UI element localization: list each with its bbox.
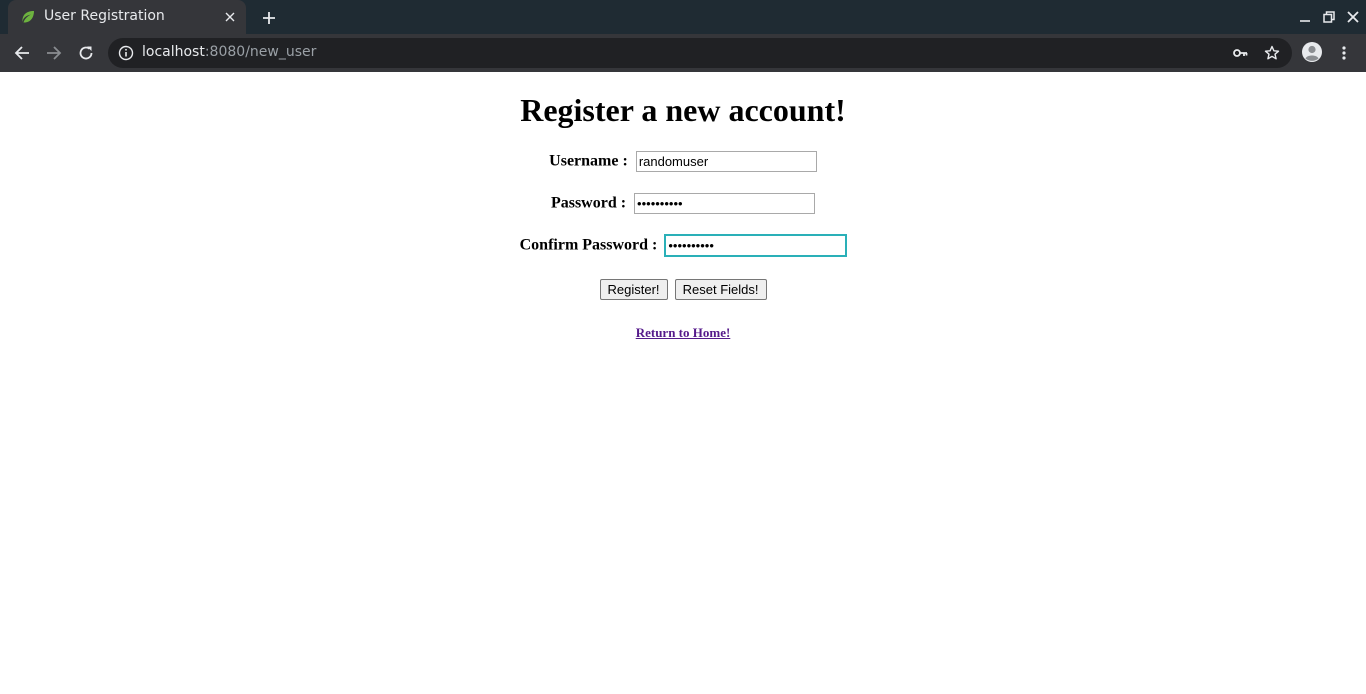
minimize-window-button[interactable] [1296, 8, 1314, 26]
key-icon[interactable] [1230, 43, 1250, 63]
plus-icon [263, 12, 275, 24]
arrow-left-icon [14, 46, 29, 60]
minimize-icon [1300, 20, 1310, 22]
register-button[interactable]: Register! [599, 279, 668, 300]
username-row: Username : [0, 151, 1366, 172]
browser-tab-strip: User Registration [0, 0, 1366, 34]
info-icon[interactable] [118, 45, 134, 61]
reset-fields-button[interactable]: Reset Fields! [674, 279, 767, 300]
browser-menu-button[interactable] [1332, 41, 1356, 65]
home-link-row: Return to Home! [0, 322, 1366, 341]
url-host: localhost [142, 44, 205, 60]
close-icon [1347, 11, 1359, 23]
more-vertical-icon [1342, 46, 1346, 60]
confirm-password-label: Confirm Password : [519, 236, 658, 254]
new-tab-button[interactable] [258, 7, 280, 29]
reload-button[interactable] [74, 41, 98, 65]
reload-icon [79, 46, 93, 60]
url-text[interactable]: localhost:8080/new_user [142, 44, 316, 60]
restore-icon [1323, 11, 1335, 23]
bookmark-star-icon[interactable] [1262, 43, 1282, 63]
address-bar[interactable]: localhost:8080/new_user [108, 38, 1292, 68]
password-row: Password : [0, 193, 1366, 214]
return-home-link[interactable]: Return to Home! [636, 325, 731, 340]
username-label: Username : [549, 152, 628, 170]
arrow-right-icon [47, 46, 62, 60]
page-title: Register a new account! [520, 92, 846, 128]
form-buttons: Register! Reset Fields! [0, 279, 1366, 300]
tab-close-icon[interactable] [222, 9, 238, 25]
tab-title: User Registration [44, 8, 165, 24]
confirm-password-row: Confirm Password : [0, 234, 1366, 257]
restore-window-button[interactable] [1320, 8, 1338, 26]
profile-avatar[interactable] [1300, 40, 1324, 64]
password-field[interactable] [634, 193, 816, 214]
username-field[interactable] [635, 151, 817, 172]
avatar-icon [1302, 42, 1322, 62]
url-path: :8080/new_user [204, 44, 317, 60]
spring-leaf-icon [20, 9, 36, 25]
forward-button[interactable] [42, 41, 66, 65]
close-window-button[interactable] [1344, 8, 1362, 26]
password-label: Password : [550, 194, 627, 212]
back-button[interactable] [10, 41, 34, 65]
page-content: Register a new account! Username : Passw… [0, 72, 1366, 694]
confirm-password-field[interactable] [664, 234, 848, 257]
browser-tab[interactable]: User Registration [8, 0, 246, 34]
browser-toolbar: localhost:8080/new_user [0, 34, 1366, 72]
